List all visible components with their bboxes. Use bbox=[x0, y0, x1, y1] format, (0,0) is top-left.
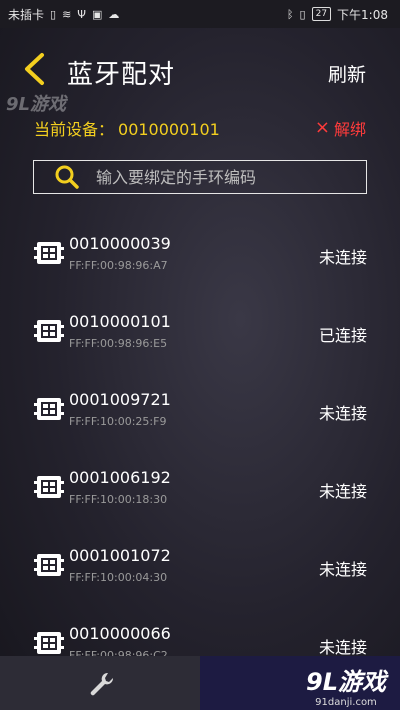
device-row[interactable]: 0010000101 FF:FF:00:98:96:E5 已连接 bbox=[0, 306, 400, 384]
device-id: 0001006192 bbox=[69, 468, 171, 487]
header: 蓝牙配对 刷新 bbox=[0, 40, 400, 100]
search-input[interactable] bbox=[94, 166, 338, 188]
watermark-logo: 9L游戏 bbox=[306, 668, 386, 696]
device-status: 已连接 bbox=[318, 326, 367, 345]
info-icon: ▣ bbox=[91, 7, 103, 21]
device-status: 未连接 bbox=[318, 248, 367, 267]
status-left: 未插卡 ▯ ≋ Ψ ▣ ☁ bbox=[8, 6, 119, 23]
unbind-label: 解绑 bbox=[333, 120, 366, 139]
device-mac: FF:FF:10:00:25:F9 bbox=[69, 415, 167, 428]
device-id: 0010000101 bbox=[69, 312, 171, 331]
bracelet-chip-icon bbox=[34, 554, 64, 576]
device-status: 未连接 bbox=[318, 482, 367, 501]
unbind-button[interactable]: × 解绑 bbox=[315, 116, 366, 140]
vibrate-icon: ▯ bbox=[299, 7, 306, 21]
watermark-url: 91danji.com bbox=[315, 697, 377, 708]
battery-indicator: 27 bbox=[311, 7, 332, 21]
watermark: 9L游戏 91danji.com bbox=[306, 662, 386, 708]
search-icon bbox=[55, 165, 79, 189]
back-arrow-icon[interactable] bbox=[20, 52, 50, 86]
device-id: 0010000066 bbox=[69, 624, 171, 643]
device-id: 0001001072 bbox=[69, 546, 171, 565]
usb-icon: Ψ bbox=[77, 7, 86, 21]
device-row[interactable]: 0001006192 FF:FF:10:00:18:30 未连接 bbox=[0, 462, 400, 540]
device-mac: FF:FF:00:98:96:A7 bbox=[69, 259, 168, 272]
bluetooth-icon: ᛒ bbox=[286, 7, 294, 21]
device-row[interactable]: 0001009721 FF:FF:10:00:25:F9 未连接 bbox=[0, 384, 400, 462]
bottom-bar: 9L游戏 91danji.com bbox=[0, 656, 400, 710]
device-id: 0010000039 bbox=[69, 234, 171, 253]
bracelet-chip-icon bbox=[34, 398, 64, 420]
device-mac: FF:FF:10:00:04:30 bbox=[69, 571, 168, 584]
status-right: ᛒ ▯ 27 下午1:08 bbox=[287, 6, 388, 23]
wrench-icon[interactable] bbox=[88, 670, 116, 698]
device-list: 0010000039 FF:FF:00:98:96:A7 未连接 0010000… bbox=[0, 228, 400, 696]
device-status: 未连接 bbox=[318, 560, 367, 579]
current-device-value: 0010000101 bbox=[118, 120, 220, 139]
status-bar: 未插卡 ▯ ≋ Ψ ▣ ☁ ᛒ ▯ 27 下午1:08 bbox=[0, 0, 400, 28]
device-mac: FF:FF:00:98:96:E5 bbox=[69, 337, 168, 350]
sim-icon: ▯ bbox=[50, 7, 57, 21]
cloud-icon: ☁ bbox=[108, 7, 120, 21]
clock: 下午1:08 bbox=[337, 7, 388, 22]
device-row[interactable]: 0010000039 FF:FF:00:98:96:A7 未连接 bbox=[0, 228, 400, 306]
bracelet-chip-icon bbox=[34, 242, 64, 264]
wifi-icon: ≋ bbox=[62, 7, 72, 21]
close-icon: × bbox=[314, 117, 330, 138]
device-row[interactable]: 0001001072 FF:FF:10:00:04:30 未连接 bbox=[0, 540, 400, 618]
page-title: 蓝牙配对 bbox=[67, 60, 176, 90]
device-id: 0001009721 bbox=[69, 390, 171, 409]
device-status: 未连接 bbox=[318, 638, 367, 657]
device-status: 未连接 bbox=[318, 404, 367, 423]
current-device-label: 当前设备： bbox=[34, 120, 115, 139]
carrier-text: 未插卡 bbox=[8, 7, 45, 22]
bracelet-chip-icon bbox=[34, 320, 64, 342]
refresh-button[interactable]: 刷新 bbox=[328, 60, 366, 87]
device-mac: FF:FF:10:00:18:30 bbox=[69, 493, 168, 506]
search-box[interactable] bbox=[33, 160, 367, 194]
current-device: 当前设备： 0010000101 bbox=[34, 116, 220, 140]
bracelet-chip-icon bbox=[34, 476, 64, 498]
bracelet-chip-icon bbox=[34, 632, 64, 654]
